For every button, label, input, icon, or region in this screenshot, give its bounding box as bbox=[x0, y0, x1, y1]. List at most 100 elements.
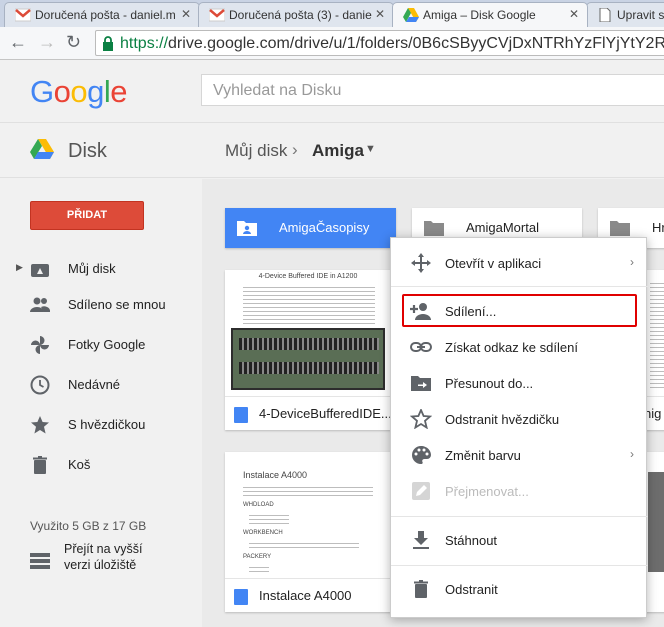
address-bar[interactable]: https://drive.google.com/drive/u/1/folde… bbox=[95, 30, 664, 56]
file-name: Instalace A4000 bbox=[259, 588, 352, 603]
file-tile[interactable]: Instalace A4000 WHDLOAD WORKBENCH PACKER… bbox=[225, 452, 391, 612]
doc-icon bbox=[599, 8, 611, 22]
shared-folder-icon bbox=[237, 221, 257, 236]
thumbnail-connector bbox=[239, 362, 379, 374]
forward-arrow-icon[interactable]: → bbox=[38, 32, 56, 53]
menu-item-rename[interactable]: Přejmenovat... bbox=[391, 473, 648, 509]
context-menu: Otevřít v aplikaci › Sdílení... Získat o… bbox=[390, 237, 648, 618]
menu-item-label: Odstranit hvězdičku bbox=[445, 412, 560, 427]
browser-tab-drive[interactable]: Amiga – Disk Google ✕ bbox=[392, 2, 588, 27]
sidebar-item-trash[interactable]: Koš bbox=[0, 449, 202, 481]
search-placeholder: Vyhledat na Disku bbox=[213, 82, 342, 99]
url-path: drive.google.com/drive/u/1/folders/0B6cS… bbox=[168, 35, 664, 52]
sidebar-item-label: Fotky Google bbox=[68, 337, 146, 352]
tab-title: Doručená pošta - daniel.m bbox=[35, 8, 176, 22]
browser-tab-doc[interactable]: Upravit s bbox=[586, 2, 664, 27]
drive-bar: Disk Můj disk › Amiga ▼ bbox=[0, 122, 664, 178]
sidebar-item-label: Můj disk bbox=[68, 261, 116, 276]
upgrade-line-2: verzi úložiště bbox=[64, 558, 137, 572]
thumbnail-title: Instalace A4000 bbox=[243, 470, 308, 480]
menu-item-remove-star[interactable]: Odstranit hvězdičku bbox=[391, 401, 648, 437]
logo-letter: G bbox=[30, 74, 54, 109]
clock-icon bbox=[30, 375, 50, 395]
close-icon[interactable]: ✕ bbox=[569, 7, 579, 21]
chevron-right-icon: › bbox=[630, 255, 634, 269]
menu-item-delete[interactable]: Odstranit bbox=[391, 571, 648, 607]
breadcrumb-current[interactable]: Amiga bbox=[312, 141, 364, 161]
sidebar-item-label: S hvězdičkou bbox=[68, 417, 146, 432]
google-doc-icon bbox=[234, 407, 248, 423]
highlight-box bbox=[402, 294, 637, 327]
browser-toolbar: ← → ↻ https://drive.google.com/drive/u/1… bbox=[0, 27, 664, 60]
drive-icon bbox=[403, 8, 419, 22]
my-drive-icon bbox=[31, 264, 49, 277]
chevron-right-icon: › bbox=[630, 447, 634, 461]
folder-tile[interactable]: AmigaČasopisy bbox=[225, 208, 396, 248]
breadcrumb-my-drive[interactable]: Můj disk bbox=[225, 141, 287, 161]
thumbnail-section: WORKBENCH bbox=[243, 530, 283, 536]
browser-tab-gmail-2[interactable]: Doručená pošta (3) - danie ✕ bbox=[198, 2, 394, 27]
upgrade-storage-link[interactable]: Přejít na vyšší verzi úložiště bbox=[64, 541, 174, 573]
logo-letter: g bbox=[87, 74, 104, 109]
thumbnail-photo bbox=[231, 328, 385, 390]
sidebar-item-label: Koš bbox=[68, 457, 91, 472]
folder-name: AmigaČasopisy bbox=[279, 220, 370, 235]
google-doc-icon bbox=[234, 589, 248, 605]
menu-item-label: Přejmenovat... bbox=[445, 484, 529, 499]
caret-down-icon[interactable]: ▼ bbox=[365, 143, 376, 155]
reload-icon[interactable]: ↻ bbox=[66, 32, 81, 53]
thumbnail-title: 4-Device Buffered IDE in A1200 bbox=[258, 273, 358, 280]
tab-title: Doručená pošta (3) - danie bbox=[229, 8, 372, 22]
file-thumbnail: Instalace A4000 WHDLOAD WORKBENCH PACKER… bbox=[225, 452, 391, 577]
menu-item-change-color[interactable]: Změnit barvu › bbox=[391, 437, 648, 473]
app-name: Disk bbox=[68, 140, 107, 162]
file-tile[interactable]: 4-Device Buffered IDE in A1200 4-DeviceB… bbox=[225, 270, 392, 430]
breadcrumb-separator: › bbox=[292, 140, 298, 159]
url-text: https://drive.google.com/drive/u/1/folde… bbox=[120, 35, 664, 53]
close-icon[interactable]: ✕ bbox=[375, 7, 385, 21]
sidebar-item-my-drive[interactable]: ▶ Můj disk bbox=[0, 253, 202, 285]
sidebar-item-photos[interactable]: Fotky Google bbox=[0, 329, 202, 361]
menu-item-open-with[interactable]: Otevřít v aplikaci › bbox=[391, 245, 648, 281]
photos-icon bbox=[31, 336, 49, 354]
close-icon[interactable]: ✕ bbox=[181, 7, 191, 21]
folder-name: AmigaMortal bbox=[466, 220, 539, 235]
menu-item-label: Přesunout do... bbox=[445, 376, 534, 391]
thumbnail-text-lines bbox=[249, 540, 359, 548]
back-arrow-icon[interactable]: ← bbox=[9, 32, 27, 53]
sidebar-item-recent[interactable]: Nedávné bbox=[0, 369, 202, 401]
gmail-icon bbox=[15, 8, 31, 22]
rename-icon bbox=[412, 482, 430, 500]
sidebar-item-starred[interactable]: S hvězdičkou bbox=[0, 409, 202, 441]
storage-usage: Využito 5 GB z 17 GB bbox=[30, 519, 147, 533]
sidebar-item-label: Nedávné bbox=[68, 377, 121, 392]
new-button[interactable]: PŘIDAT bbox=[30, 201, 144, 230]
palette-icon bbox=[412, 446, 431, 464]
link-icon bbox=[410, 342, 432, 352]
menu-item-label: Odstranit bbox=[445, 582, 498, 597]
thumbnail-connector bbox=[239, 338, 379, 350]
thumbnail-photo bbox=[648, 472, 664, 572]
thumbnail-text-lines bbox=[249, 512, 289, 524]
thumbnail-text-lines bbox=[249, 564, 269, 574]
google-logo[interactable]: Google bbox=[30, 74, 128, 110]
sidebar-item-shared[interactable]: Sdíleno se mnou bbox=[0, 289, 202, 321]
file-name: 4-DeviceBufferedIDE... bbox=[259, 406, 392, 421]
menu-separator bbox=[391, 286, 648, 287]
menu-item-download[interactable]: Stáhnout bbox=[391, 522, 648, 558]
menu-item-label: Stáhnout bbox=[445, 533, 498, 548]
file-thumbnail: 4-Device Buffered IDE in A1200 bbox=[225, 270, 391, 395]
folder-name: Hr bbox=[652, 220, 664, 235]
logo-letter: o bbox=[53, 74, 71, 109]
trash-icon bbox=[33, 456, 47, 474]
menu-item-move[interactable]: Přesunout do... bbox=[391, 365, 648, 401]
google-header: Google Vyhledat na Disku bbox=[0, 60, 664, 122]
expand-arrow-icon[interactable]: ▶ bbox=[16, 262, 23, 273]
download-icon bbox=[413, 531, 429, 549]
menu-item-label: Otevřít v aplikaci bbox=[445, 256, 542, 271]
search-input[interactable]: Vyhledat na Disku bbox=[201, 74, 664, 106]
trash-icon bbox=[414, 580, 428, 598]
browser-tab-gmail-1[interactable]: Doručená pošta - daniel.m ✕ bbox=[4, 2, 200, 27]
menu-item-get-link[interactable]: Získat odkaz ke sdílení bbox=[391, 329, 648, 365]
gmail-icon bbox=[209, 8, 225, 22]
